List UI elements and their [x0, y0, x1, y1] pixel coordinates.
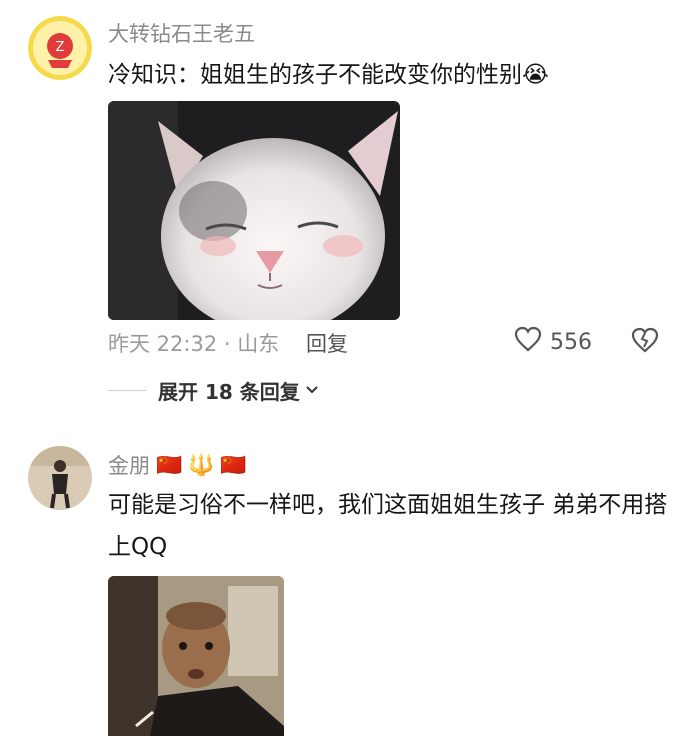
trident-icon: 🔱 — [188, 452, 215, 477]
comment-meta: 昨天 22:32 · 山东 — [108, 332, 280, 356]
avatar[interactable]: Z — [28, 16, 92, 80]
like-button[interactable]: 556 — [514, 326, 592, 358]
chevron-down-icon — [304, 381, 320, 401]
expand-replies-label: 展开 18 条回复 — [158, 380, 300, 404]
svg-text:Z: Z — [56, 40, 65, 55]
comment-item: 金朋 🇨🇳 🔱 🇨🇳 可能是习俗不一样吧，我们这面姐姐生孩子 弟弟不用搭上QQ — [0, 430, 690, 736]
china-flag-icon: 🇨🇳 — [156, 452, 183, 477]
expand-replies-button[interactable]: 展开 18 条回复 — [108, 376, 320, 405]
username-row: 金朋 🇨🇳 🔱 🇨🇳 — [108, 450, 246, 480]
divider — [108, 390, 146, 391]
avatar[interactable] — [28, 446, 92, 510]
broken-heart-icon — [630, 327, 660, 358]
crying-emoji-icon: 😭 — [522, 62, 549, 88]
cat-meme-image[interactable] — [108, 101, 400, 320]
username[interactable]: 金朋 — [108, 450, 150, 480]
man-meme-image[interactable] — [108, 576, 284, 736]
comment-item: Z 大转钻石王老五 冷知识：姐姐生的孩子不能改变你的性别😭 昨天 22:32 ·… — [0, 0, 690, 430]
comment-text-body: 冷知识：姐姐生的孩子不能改变你的性别 — [108, 62, 522, 88]
heart-icon — [514, 326, 542, 358]
china-flag-icon: 🇨🇳 — [220, 452, 247, 477]
dislike-button[interactable] — [630, 326, 660, 358]
reply-button[interactable]: 回复 — [306, 328, 348, 358]
comment-text: 冷知识：姐姐生的孩子不能改变你的性别😭 — [108, 54, 668, 96]
username[interactable]: 大转钻石王老五 — [108, 18, 255, 48]
comment-text: 可能是习俗不一样吧，我们这面姐姐生孩子 弟弟不用搭上QQ — [108, 492, 668, 560]
like-count: 556 — [550, 329, 592, 355]
